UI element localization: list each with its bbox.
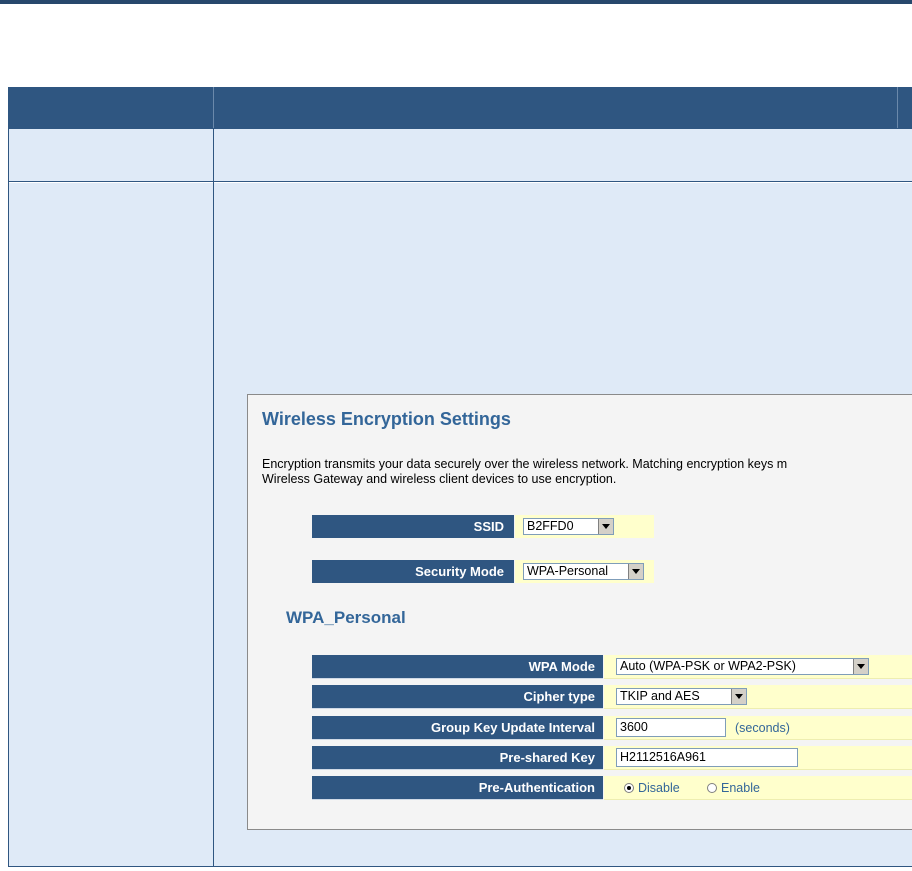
chevron-down-icon[interactable] <box>628 564 643 579</box>
group-key-label: Group Key Update Interval <box>312 716 603 740</box>
ssid-label: SSID <box>312 515 514 538</box>
chevron-down-icon[interactable] <box>731 689 746 704</box>
pre-auth-disable-label[interactable]: Disable <box>638 781 680 795</box>
wpa-mode-label: WPA Mode <box>312 655 603 679</box>
security-mode-value-cell: WPA-Personal <box>515 560 654 583</box>
cipher-type-label: Cipher type <box>312 685 603 709</box>
description: Encryption transmits your data securely … <box>262 457 787 487</box>
table-row <box>8 128 912 182</box>
section-title: WPA_Personal <box>286 608 406 627</box>
ssid-select-value: B2FFD0 <box>527 519 574 533</box>
chevron-down-icon[interactable] <box>853 659 868 674</box>
pre-auth-row: Pre-Authentication Disable Enable <box>312 776 912 800</box>
description-line: Wireless Gateway and wireless client dev… <box>262 472 617 486</box>
psk-input[interactable]: H2112516A961 <box>616 748 798 767</box>
cipher-type-row: Cipher type TKIP and AES <box>312 685 912 709</box>
psk-row: Pre-shared Key H2112516A961 <box>312 746 912 770</box>
header-separator <box>213 87 214 128</box>
security-mode-label: Security Mode <box>312 560 514 583</box>
wpa-mode-row: WPA Mode Auto (WPA-PSK or WPA2-PSK) <box>312 655 912 679</box>
group-key-value-cell: 3600 (seconds) <box>604 716 912 740</box>
pre-auth-enable-label[interactable]: Enable <box>721 781 760 795</box>
cipher-type-select-value: TKIP and AES <box>620 689 700 703</box>
wpa-mode-select-value: Auto (WPA-PSK or WPA2-PSK) <box>620 659 796 673</box>
security-mode-select-value: WPA-Personal <box>527 564 609 578</box>
ssid-value-cell: B2FFD0 <box>515 515 654 538</box>
security-mode-select[interactable]: WPA-Personal <box>523 563 644 580</box>
group-key-unit: (seconds) <box>735 721 790 735</box>
ssid-row: SSID B2FFD0 <box>312 515 668 538</box>
group-key-row: Group Key Update Interval 3600 (seconds) <box>312 716 912 740</box>
psk-label: Pre-shared Key <box>312 746 603 770</box>
ssid-select[interactable]: B2FFD0 <box>523 518 614 535</box>
pre-auth-enable-radio[interactable] <box>707 783 717 793</box>
wpa-mode-select[interactable]: Auto (WPA-PSK or WPA2-PSK) <box>616 658 869 675</box>
header-separator <box>897 87 898 128</box>
page-title: Wireless Encryption Settings <box>262 409 511 429</box>
description-line: Encryption transmits your data securely … <box>262 457 788 471</box>
pre-auth-disable-radio[interactable] <box>624 783 634 793</box>
pre-auth-label: Pre-Authentication <box>312 776 603 800</box>
wpa-mode-value-cell: Auto (WPA-PSK or WPA2-PSK) <box>604 655 912 679</box>
group-key-input[interactable]: 3600 <box>616 718 726 737</box>
column-separator <box>213 128 214 867</box>
pre-auth-value-cell: Disable Enable <box>604 776 912 800</box>
table-header-row <box>8 87 912 128</box>
security-mode-row: Security Mode WPA-Personal <box>312 560 668 583</box>
wireless-encryption-screenshot: Wireless Encryption Settings Encryption … <box>247 394 912 830</box>
top-rule <box>0 0 912 4</box>
cipher-type-select[interactable]: TKIP and AES <box>616 688 747 705</box>
psk-value-cell: H2112516A961 <box>604 746 912 770</box>
table-border <box>8 128 9 867</box>
cipher-type-value-cell: TKIP and AES <box>604 685 912 709</box>
wpa-settings-table: WPA Mode Auto (WPA-PSK or WPA2-PSK) Ciph… <box>312 655 912 808</box>
chevron-down-icon[interactable] <box>598 519 613 534</box>
